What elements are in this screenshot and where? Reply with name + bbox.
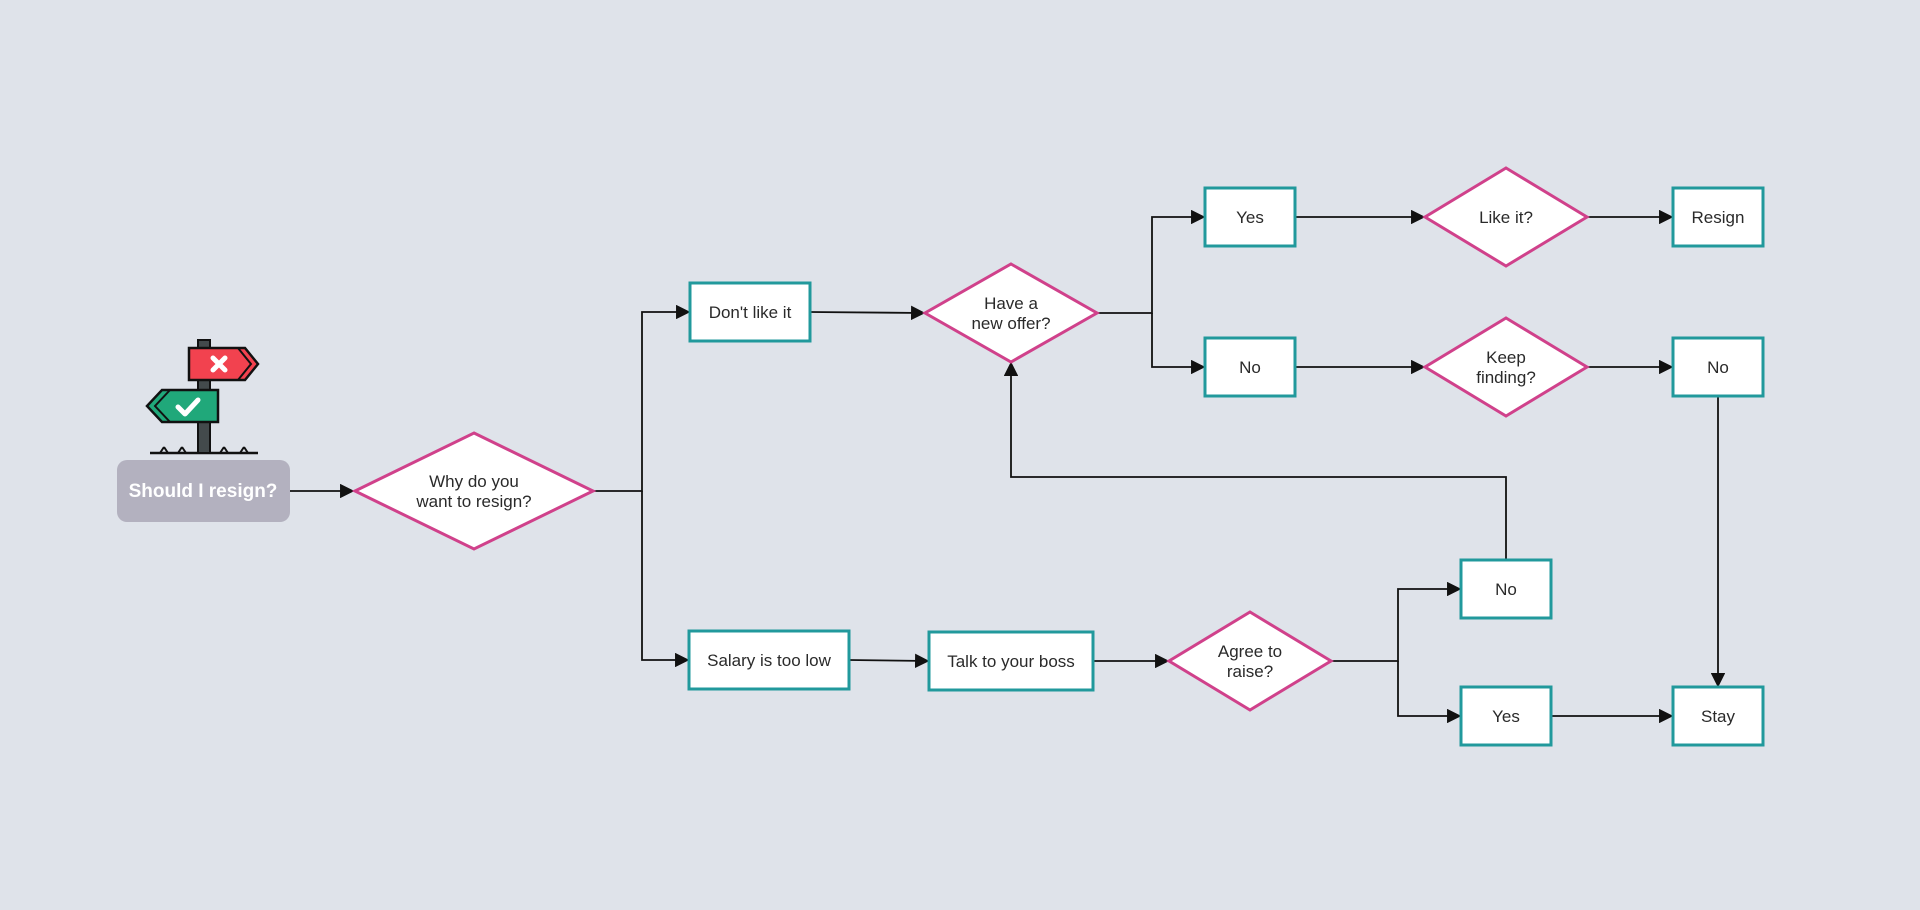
- decision-shape: [921, 262, 1101, 364]
- decision-node-keep[interactable]: Keepfinding?: [1422, 316, 1590, 418]
- process-node-resign[interactable]: Resign: [1671, 186, 1765, 248]
- node-label: No: [1495, 580, 1517, 599]
- start-node[interactable]: Should I resign?: [117, 339, 290, 522]
- decision-shape: [1422, 316, 1590, 418]
- connector-agree-to-yes2: [1397, 661, 1462, 724]
- node-label: No: [1239, 358, 1261, 377]
- process-node-no2[interactable]: No: [1671, 336, 1765, 398]
- decision-node-why[interactable]: Why do youwant to resign?: [351, 431, 597, 551]
- decision-node-agree[interactable]: Agree toraise?: [1166, 610, 1334, 712]
- node-label: Resign: [1692, 208, 1745, 227]
- connector-offer-to-no1: [1151, 313, 1206, 375]
- decision-node-likeit[interactable]: Like it?: [1422, 166, 1590, 268]
- process-node-no3[interactable]: No: [1459, 558, 1553, 620]
- node-label: Have a: [984, 294, 1038, 313]
- node-label: Stay: [1701, 707, 1736, 726]
- node-label: Salary is too low: [707, 651, 831, 670]
- process-node-stay[interactable]: Stay: [1671, 685, 1765, 747]
- process-node-dontlike[interactable]: Don't like it: [688, 281, 812, 343]
- process-node-salary[interactable]: Salary is too low: [687, 629, 851, 691]
- process-node-no1[interactable]: No: [1203, 336, 1297, 398]
- node-label: raise?: [1227, 662, 1273, 681]
- node-label: Yes: [1492, 707, 1520, 726]
- node-label: want to resign?: [415, 492, 531, 511]
- node-label: No: [1707, 358, 1729, 377]
- node-label: Talk to your boss: [947, 652, 1075, 671]
- node-label: Keep: [1486, 348, 1526, 367]
- node-label: new offer?: [971, 314, 1050, 333]
- process-node-boss[interactable]: Talk to your boss: [927, 630, 1095, 692]
- node-label: Agree to: [1218, 642, 1282, 661]
- process-node-yes2[interactable]: Yes: [1459, 685, 1553, 747]
- connector-offer-to-yes1: [1097, 209, 1206, 314]
- decision-shape: [351, 431, 597, 551]
- signpost-icon: [145, 339, 260, 455]
- flowchart-canvas: Why do youwant to resign? Don't like it Sa…: [117, 166, 1765, 747]
- connector-why-to-dontlike: [593, 304, 691, 492]
- process-node-yes1[interactable]: Yes: [1203, 186, 1297, 248]
- node-label: Don't like it: [709, 303, 792, 322]
- connector-agree-to-no3: [1331, 581, 1462, 662]
- connector-why-to-salary: [641, 491, 690, 668]
- node-label: Like it?: [1479, 208, 1533, 227]
- start-label: Should I resign?: [129, 481, 278, 502]
- connector-dontlike-to-offer: [809, 305, 926, 321]
- decision-node-offer[interactable]: Have anew offer?: [921, 262, 1101, 364]
- node-label: finding?: [1476, 368, 1536, 387]
- node-label: Why do you: [429, 472, 519, 491]
- decision-shape: [1166, 610, 1334, 712]
- nodes: Why do youwant to resign? Don't like it Sa…: [351, 166, 1765, 747]
- node-label: Yes: [1236, 208, 1264, 227]
- connector-salary-to-boss: [848, 653, 930, 669]
